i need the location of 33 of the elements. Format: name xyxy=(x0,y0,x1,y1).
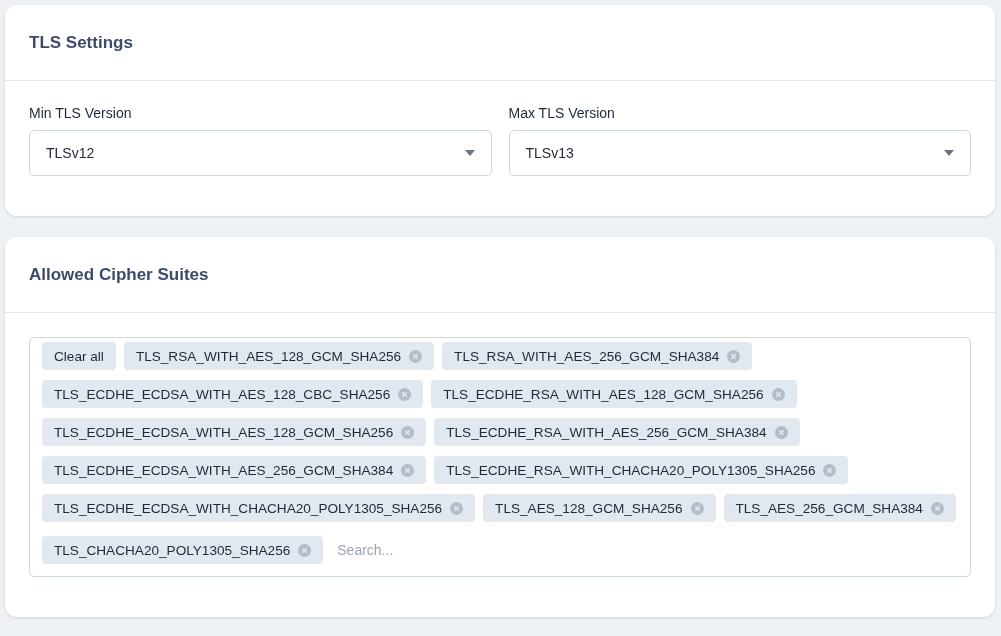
tag-label: TLS_RSA_WITH_AES_256_GCM_SHA384 xyxy=(454,348,720,364)
remove-icon[interactable] xyxy=(450,501,464,515)
clear-all-button[interactable]: Clear all xyxy=(42,342,116,370)
tag-label: TLS_AES_256_GCM_SHA384 xyxy=(735,500,923,516)
tag-label: TLS_CHACHA20_POLY1305_SHA256 xyxy=(54,542,291,558)
card-title: TLS Settings xyxy=(29,32,133,53)
tag-label: TLS_ECDHE_RSA_WITH_CHACHA20_POLY1305_SHA256 xyxy=(446,462,816,478)
tag-label: TLS_ECDHE_RSA_WITH_AES_128_GCM_SHA256 xyxy=(443,386,764,402)
version-select[interactable]: TLSv12 xyxy=(29,130,492,176)
caret-icon xyxy=(944,150,954,156)
tag-label: TLS_ECDHE_ECDSA_WITH_AES_256_GCM_SHA384 xyxy=(54,462,394,478)
remove-icon[interactable] xyxy=(401,463,415,477)
remove-icon[interactable] xyxy=(409,349,423,363)
tag-label: TLS_ECDHE_RSA_WITH_AES_256_GCM_SHA384 xyxy=(446,424,767,440)
field-label: Max TLS Version xyxy=(508,105,616,121)
card-title: Allowed Cipher Suites xyxy=(29,264,209,285)
remove-icon[interactable] xyxy=(401,425,415,439)
tag-label: TLS_ECDHE_ECDSA_WITH_AES_128_GCM_SHA256 xyxy=(54,424,394,440)
remove-icon[interactable] xyxy=(398,387,412,401)
remove-icon[interactable] xyxy=(774,425,788,439)
tag-label: TLS_RSA_WITH_AES_128_GCM_SHA256 xyxy=(135,348,402,364)
field-label: Min TLS Version xyxy=(29,105,133,121)
remove-icon[interactable] xyxy=(930,501,944,515)
version-select[interactable]: TLSv13 xyxy=(508,130,971,176)
tag-label: TLS_AES_128_GCM_SHA256 xyxy=(495,500,683,516)
remove-icon[interactable] xyxy=(298,543,312,557)
remove-icon[interactable] xyxy=(690,501,704,515)
remove-icon[interactable] xyxy=(823,463,837,477)
caret-icon xyxy=(464,150,475,156)
remove-icon[interactable] xyxy=(771,387,785,401)
tag-label: TLS_ECDHE_ECDSA_WITH_CHACHA20_POLY1305_SHA256 xyxy=(54,500,443,516)
remove-icon[interactable] xyxy=(727,349,741,363)
tag-label: TLS_ECDHE_ECDSA_WITH_AES_128_CBC_SHA256 xyxy=(54,386,391,402)
